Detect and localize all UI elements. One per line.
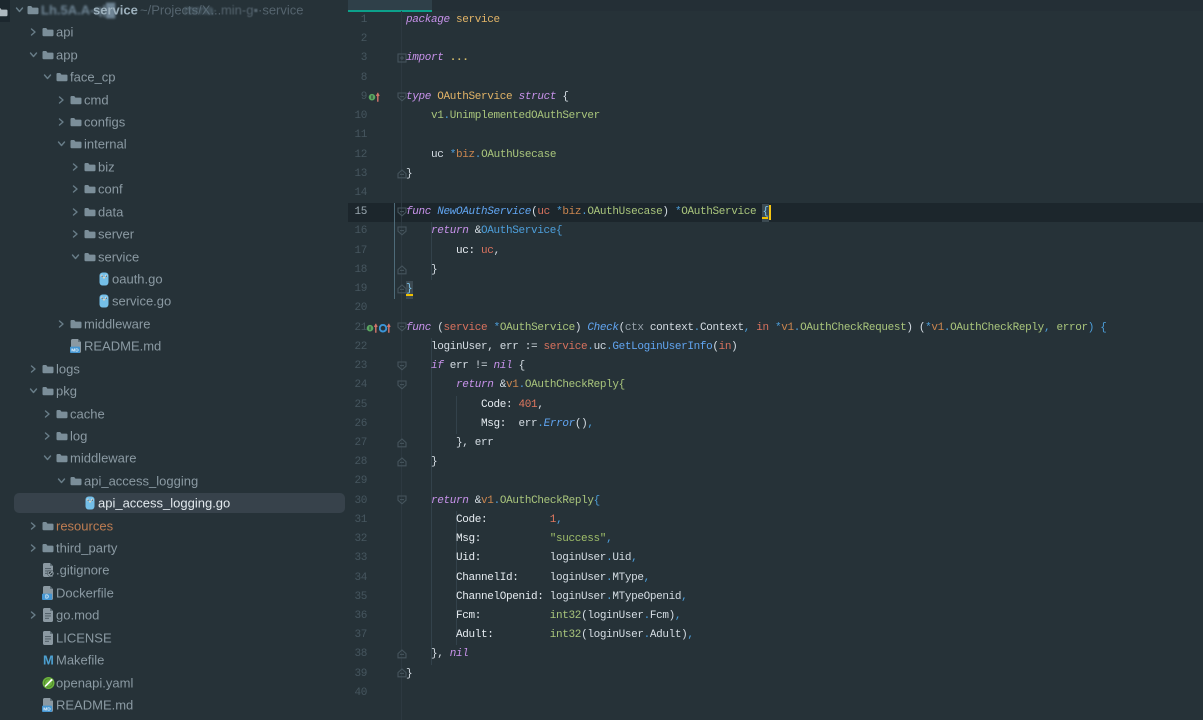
svg-text:D: D <box>45 595 49 600</box>
svg-text:M: M <box>43 653 54 667</box>
svg-text:MD: MD <box>43 707 51 712</box>
svg-text:MD: MD <box>71 348 79 353</box>
